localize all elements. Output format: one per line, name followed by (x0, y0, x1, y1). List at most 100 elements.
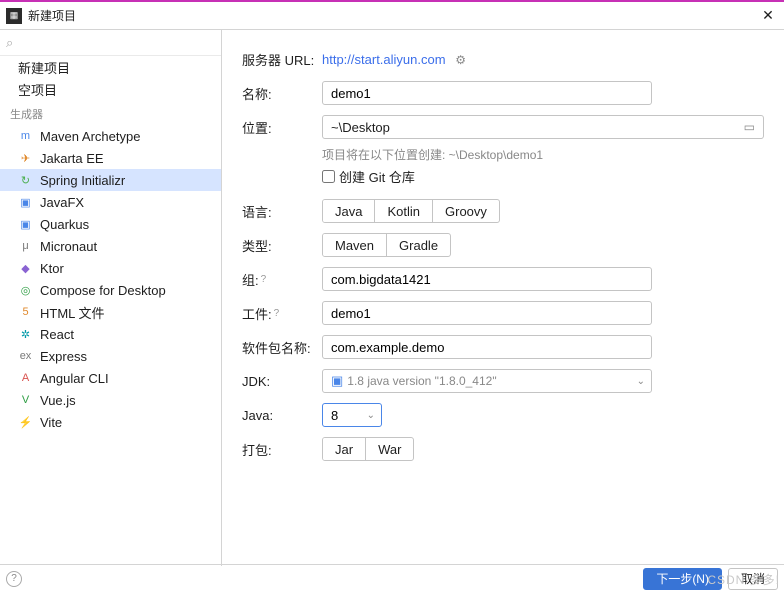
sidebar-item[interactable]: 新建项目 (0, 56, 221, 78)
search-input[interactable]: ⌕ (0, 30, 221, 56)
generator-icon: ▣ (18, 218, 33, 231)
generator-icon: μ (18, 240, 33, 252)
cancel-button[interactable]: 取消 (728, 568, 778, 590)
location-value: ~\Desktop (331, 120, 390, 135)
sidebar-item[interactable]: 空项目 (0, 78, 221, 100)
app-icon: ▦ (6, 8, 22, 24)
option-kotlin[interactable]: Kotlin (375, 200, 433, 222)
sidebar-item-label: Vue.js (40, 393, 76, 408)
generator-icon: A (18, 372, 33, 384)
option-jar[interactable]: Jar (323, 438, 366, 460)
generator-icon: ⚡ (18, 416, 33, 429)
generator-icon: ✈ (18, 152, 33, 165)
name-input[interactable] (322, 81, 652, 105)
language-segmented: JavaKotlinGroovy (322, 199, 500, 223)
jdk-select[interactable]: ▣ 1.8 java version "1.8.0_412" ⌄ (322, 369, 652, 393)
git-label: 创建 Git 仓库 (339, 167, 415, 186)
sidebar-item-label: 新建项目 (18, 58, 70, 77)
generators-header: 生成器 (0, 100, 221, 125)
chevron-down-icon: ⌄ (367, 410, 375, 421)
sidebar-item-label: Express (40, 349, 87, 364)
sidebar-item-micronaut[interactable]: μ Micronaut (0, 235, 221, 257)
sidebar-item-label: 空项目 (18, 80, 57, 99)
help-icon[interactable]: ? (261, 274, 267, 285)
sidebar: ⌕ 新建项目空项目 生成器 m Maven Archetype ✈ Jakarta E… (0, 30, 222, 566)
group-input[interactable] (322, 267, 652, 291)
sidebar-item-ktor[interactable]: ◆ Ktor (0, 257, 221, 279)
java-value: 8 (331, 408, 338, 423)
type-segmented: MavenGradle (322, 233, 451, 257)
sidebar-item-label: JavaFX (40, 195, 84, 210)
gear-icon[interactable]: ⚙ (455, 53, 466, 67)
sidebar-item-javafx[interactable]: ▣JavaFX (0, 191, 221, 213)
sidebar-item-label: Vite (40, 415, 62, 430)
sidebar-item-label: Angular CLI (40, 371, 109, 386)
next-button[interactable]: 下一步(N) (643, 568, 722, 590)
language-label: 语言: (242, 202, 322, 221)
option-gradle[interactable]: Gradle (387, 234, 450, 256)
close-icon[interactable]: ✕ (758, 7, 778, 24)
sidebar-item-html-文件[interactable]: 5 HTML 文件 (0, 301, 221, 323)
sidebar-item-spring-initializr[interactable]: ↻ Spring Initializr (0, 169, 221, 191)
server-url-link[interactable]: http://start.aliyun.com (322, 52, 446, 67)
location-hint: 项目将在以下位置创建: ~\Desktop\demo1 (322, 146, 764, 163)
jdk-label: JDK: (242, 374, 322, 389)
location-label: 位置: (242, 118, 322, 137)
sidebar-item-express[interactable]: ex Express (0, 345, 221, 367)
sidebar-item-jakarta-ee[interactable]: ✈ Jakarta EE (0, 147, 221, 169)
artifact-input[interactable] (322, 301, 652, 325)
generator-icon: m (18, 130, 33, 142)
sidebar-item-angular-cli[interactable]: A Angular CLI (0, 367, 221, 389)
sidebar-item-label: React (40, 327, 74, 342)
sidebar-item-label: Quarkus (40, 217, 89, 232)
generator-icon: ◎ (18, 284, 33, 297)
sidebar-item-vue.js[interactable]: V Vue.js (0, 389, 221, 411)
footer: ? 下一步(N) 取消 (0, 564, 784, 592)
folder-icon: ▣ (331, 373, 343, 389)
package-input[interactable] (322, 335, 652, 359)
option-war[interactable]: War (366, 438, 413, 460)
sidebar-item-compose-for-desktop[interactable]: ◎ Compose for Desktop (0, 279, 221, 301)
packaging-segmented: JarWar (322, 437, 414, 461)
help-button[interactable]: ? (6, 571, 22, 587)
generator-icon: 5 (18, 306, 33, 318)
generator-icon: V (18, 394, 33, 406)
sidebar-item-label: Maven Archetype (40, 129, 140, 144)
sidebar-item-label: Compose for Desktop (40, 283, 166, 298)
option-maven[interactable]: Maven (323, 234, 387, 256)
window-title: 新建项目 (28, 7, 758, 24)
folder-icon[interactable]: ▭ (744, 120, 755, 134)
git-checkbox[interactable] (322, 170, 335, 183)
option-groovy[interactable]: Groovy (433, 200, 499, 222)
option-java[interactable]: Java (323, 200, 375, 222)
sidebar-item-react[interactable]: ✲ React (0, 323, 221, 345)
packaging-label: 打包: (242, 440, 322, 459)
generator-icon: ex (18, 350, 33, 362)
java-label: Java: (242, 408, 322, 423)
sidebar-item-label: Ktor (40, 261, 64, 276)
titlebar: ▦ 新建项目 ✕ (0, 2, 784, 30)
sidebar-item-label: Spring Initializr (40, 173, 125, 188)
sidebar-item-quarkus[interactable]: ▣ Quarkus (0, 213, 221, 235)
generator-icon: ◆ (18, 262, 33, 275)
sidebar-item-vite[interactable]: ⚡ Vite (0, 411, 221, 433)
generator-icon: ↻ (18, 174, 33, 187)
sidebar-item-label: Jakarta EE (40, 151, 104, 166)
chevron-down-icon: ⌄ (637, 376, 645, 387)
artifact-label: 工件:? (242, 304, 322, 323)
search-icon: ⌕ (6, 35, 13, 51)
sidebar-item-maven-archetype[interactable]: m Maven Archetype (0, 125, 221, 147)
java-select[interactable]: 8 ⌄ (322, 403, 382, 427)
type-label: 类型: (242, 236, 322, 255)
form-panel: 服务器 URL: http://start.aliyun.com ⚙ 名称: 位… (222, 30, 784, 566)
sidebar-item-label: Micronaut (40, 239, 97, 254)
group-label: 组:? (242, 270, 322, 289)
server-url-label: 服务器 URL: (242, 50, 322, 69)
sidebar-item-label: HTML 文件 (40, 303, 105, 322)
name-label: 名称: (242, 84, 322, 103)
generator-icon: ✲ (18, 328, 33, 341)
help-icon[interactable]: ? (274, 308, 280, 319)
package-label: 软件包名称: (242, 338, 322, 357)
location-input[interactable]: ~\Desktop ▭ (322, 115, 764, 139)
jdk-value: 1.8 java version "1.8.0_412" (347, 374, 496, 388)
